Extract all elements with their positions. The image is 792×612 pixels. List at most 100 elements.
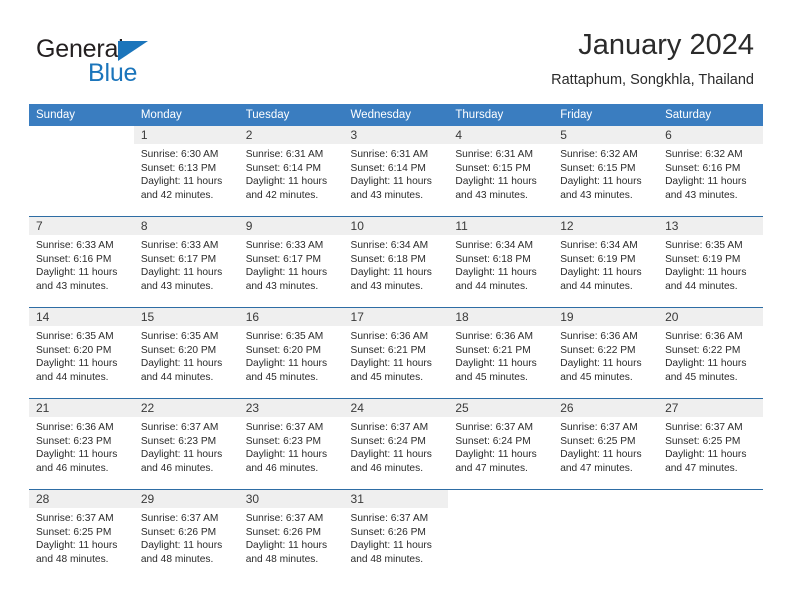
day-detail-line: Daylight: 11 hours	[36, 540, 118, 552]
calendar-day[interactable]: 18 Sunrise: 6:36 AM Sunset: 6:21 PM Dayligh…	[448, 308, 554, 398]
day-detail-line: Daylight: 11 hours	[560, 358, 642, 370]
day-number: 31	[343, 490, 449, 508]
day-number: 17	[343, 308, 449, 326]
day-number	[553, 490, 658, 508]
calendar-cell	[658, 489, 763, 580]
calendar-day[interactable]: 13 Sunrise: 6:35 AM Sunset: 6:19 PM Dayligh…	[658, 217, 763, 307]
calendar-cell: 7 Sunrise: 6:33 AM Sunset: 6:16 PM Daylight…	[29, 216, 134, 308]
day-detail-line: Sunset: 6:22 PM	[665, 344, 741, 356]
calendar-day[interactable]: 16 Sunrise: 6:35 AM Sunset: 6:20 PM Dayligh…	[238, 308, 344, 398]
calendar-day[interactable]: 2 Sunrise: 6:31 AM Sunset: 6:14 PM Daylight…	[238, 126, 344, 216]
day-details: Sunrise: 6:37 AM Sunset: 6:25 PM Daylight:…	[29, 508, 134, 566]
calendar-day[interactable]: 10 Sunrise: 6:34 AM Sunset: 6:18 PM Dayligh…	[343, 217, 449, 307]
calendar-day[interactable]: 21 Sunrise: 6:36 AM Sunset: 6:23 PM Dayligh…	[29, 399, 134, 489]
calendar-day[interactable]: 4 Sunrise: 6:31 AM Sunset: 6:15 PM Daylight…	[448, 126, 554, 216]
calendar-day[interactable]: 27 Sunrise: 6:37 AM Sunset: 6:25 PM Dayligh…	[658, 399, 763, 489]
day-number: 1	[133, 126, 239, 144]
calendar-day[interactable]: 20 Sunrise: 6:36 AM Sunset: 6:22 PM Dayligh…	[658, 308, 763, 398]
calendar-cell: 12 Sunrise: 6:34 AM Sunset: 6:19 PM Dayligh…	[553, 216, 659, 308]
day-detail-line: Sunset: 6:18 PM	[455, 253, 531, 265]
calendar-day[interactable]: 15 Sunrise: 6:35 AM Sunset: 6:20 PM Dayligh…	[133, 308, 239, 398]
day-details: Sunrise: 6:34 AM Sunset: 6:19 PM Daylight:…	[553, 235, 658, 293]
day-detail-line: and 43 minutes.	[140, 280, 214, 292]
day-number: 15	[133, 308, 239, 326]
day-detail-line: Sunrise: 6:37 AM	[245, 422, 324, 433]
calendar-day[interactable]: 26 Sunrise: 6:37 AM Sunset: 6:25 PM Dayligh…	[553, 399, 659, 489]
day-detail-line: Sunrise: 6:30 AM	[140, 149, 219, 160]
day-detail-line: Sunset: 6:18 PM	[350, 253, 426, 265]
day-detail-line: and 44 minutes.	[140, 371, 214, 383]
day-details: Sunrise: 6:37 AM Sunset: 6:24 PM Daylight:…	[344, 417, 449, 475]
day-detail-line: and 44 minutes.	[36, 371, 109, 383]
calendar-cell: 16 Sunrise: 6:35 AM Sunset: 6:20 PM Dayligh…	[238, 307, 344, 399]
day-detail-line: Sunset: 6:20 PM	[140, 344, 217, 356]
day-detail-line: Sunrise: 6:37 AM	[455, 422, 533, 433]
day-details: Sunrise: 6:36 AM Sunset: 6:21 PM Daylight:…	[448, 326, 553, 384]
calendar-table: Sunday Monday Tuesday Wednesday Thursday Frid…	[29, 104, 763, 580]
day-number: 21	[29, 399, 134, 417]
calendar-day[interactable]: 29 Sunrise: 6:37 AM Sunset: 6:26 PM Dayligh…	[133, 490, 239, 580]
calendar-cell: 5 Sunrise: 6:32 AM Sunset: 6:15 PM Daylight…	[553, 126, 659, 217]
calendar-day[interactable]: 12 Sunrise: 6:34 AM Sunset: 6:19 PM Dayligh…	[553, 217, 659, 307]
day-detail-line: Sunset: 6:13 PM	[140, 162, 217, 174]
day-detail-line: Sunset: 6:25 PM	[560, 435, 636, 447]
calendar-cell: 28 Sunrise: 6:37 AM Sunset: 6:25 PM Dayligh…	[29, 489, 134, 580]
calendar-day[interactable]: 31 Sunrise: 6:37 AM Sunset: 6:26 PM Dayligh…	[343, 490, 449, 580]
day-detail-line: Daylight: 11 hours	[560, 176, 642, 188]
day-number: 28	[29, 490, 134, 508]
calendar-day[interactable]: 3 Sunrise: 6:31 AM Sunset: 6:14 PM Daylight…	[343, 126, 449, 216]
day-detail-line: Sunrise: 6:35 AM	[36, 331, 114, 342]
calendar-day[interactable]: 8 Sunrise: 6:33 AM Sunset: 6:17 PM Daylight…	[133, 217, 239, 307]
calendar-cell: 9 Sunrise: 6:33 AM Sunset: 6:17 PM Daylight…	[238, 216, 344, 308]
day-detail-line: Sunset: 6:23 PM	[245, 435, 322, 447]
day-detail-line: Sunrise: 6:31 AM	[350, 149, 429, 160]
day-detail-line: Daylight: 11 hours	[245, 267, 328, 279]
calendar-day[interactable]: 7 Sunrise: 6:33 AM Sunset: 6:16 PM Daylight…	[29, 217, 134, 307]
day-detail-line: and 45 minutes.	[350, 371, 424, 383]
day-detail-line: and 43 minutes.	[560, 189, 633, 201]
weekday-header-saturday: Saturday	[658, 104, 763, 126]
calendar-day[interactable]: 17 Sunrise: 6:36 AM Sunset: 6:21 PM Dayligh…	[343, 308, 449, 398]
day-detail-line: and 48 minutes.	[245, 553, 319, 565]
calendar-cell: 19 Sunrise: 6:36 AM Sunset: 6:22 PM Dayligh…	[553, 307, 659, 399]
day-detail-line: Sunrise: 6:37 AM	[665, 422, 743, 433]
calendar-cell: 17 Sunrise: 6:36 AM Sunset: 6:21 PM Dayligh…	[343, 307, 449, 399]
calendar-cell: 25 Sunrise: 6:37 AM Sunset: 6:24 PM Dayligh…	[448, 398, 554, 490]
day-detail-line: and 43 minutes.	[350, 280, 424, 292]
calendar-cell: 3 Sunrise: 6:31 AM Sunset: 6:14 PM Daylight…	[343, 126, 449, 217]
triangle-flag-icon	[118, 41, 148, 61]
day-detail-line: Daylight: 11 hours	[350, 358, 432, 370]
calendar-day[interactable]: 11 Sunrise: 6:34 AM Sunset: 6:18 PM Dayligh…	[448, 217, 554, 307]
day-detail-line: Daylight: 11 hours	[245, 449, 328, 461]
day-number: 14	[29, 308, 134, 326]
calendar-day[interactable]: 9 Sunrise: 6:33 AM Sunset: 6:17 PM Daylight…	[238, 217, 344, 307]
calendar-cell: 27 Sunrise: 6:37 AM Sunset: 6:25 PM Dayligh…	[658, 398, 763, 490]
calendar-day[interactable]: 22 Sunrise: 6:37 AM Sunset: 6:23 PM Dayligh…	[133, 399, 239, 489]
calendar-day[interactable]: 6 Sunrise: 6:32 AM Sunset: 6:16 PM Daylight…	[658, 126, 763, 216]
day-detail-line: Sunrise: 6:37 AM	[140, 422, 219, 433]
calendar-day[interactable]: 1 Sunrise: 6:30 AM Sunset: 6:13 PM Daylight…	[133, 126, 239, 216]
calendar-day[interactable]: 23 Sunrise: 6:37 AM Sunset: 6:23 PM Dayligh…	[238, 399, 344, 489]
day-details: Sunrise: 6:37 AM Sunset: 6:23 PM Daylight:…	[134, 417, 239, 475]
calendar-day[interactable]: 14 Sunrise: 6:35 AM Sunset: 6:20 PM Dayligh…	[29, 308, 134, 398]
day-detail-line: and 47 minutes.	[665, 462, 738, 474]
day-number: 25	[448, 399, 554, 417]
calendar-week-row: 14 Sunrise: 6:35 AM Sunset: 6:20 PM Dayligh…	[29, 307, 763, 399]
day-detail-line: Sunrise: 6:32 AM	[665, 149, 743, 160]
day-detail-line: and 43 minutes.	[245, 280, 319, 292]
calendar-day[interactable]: 24 Sunrise: 6:37 AM Sunset: 6:24 PM Dayligh…	[343, 399, 449, 489]
calendar-day[interactable]: 25 Sunrise: 6:37 AM Sunset: 6:24 PM Dayligh…	[448, 399, 554, 489]
day-detail-line: Daylight: 11 hours	[245, 358, 328, 370]
day-detail-line: Sunrise: 6:37 AM	[245, 513, 324, 524]
calendar-cell: 4 Sunrise: 6:31 AM Sunset: 6:15 PM Daylight…	[448, 126, 554, 217]
calendar-day[interactable]: 28 Sunrise: 6:37 AM Sunset: 6:25 PM Dayligh…	[29, 490, 134, 580]
calendar-day[interactable]: 30 Sunrise: 6:37 AM Sunset: 6:26 PM Dayligh…	[238, 490, 344, 580]
brand-logo[interactable]: General Blue	[36, 36, 266, 92]
calendar-day[interactable]: 5 Sunrise: 6:32 AM Sunset: 6:15 PM Daylight…	[553, 126, 659, 216]
calendar-day[interactable]: 19 Sunrise: 6:36 AM Sunset: 6:22 PM Dayligh…	[553, 308, 659, 398]
day-detail-line: Sunrise: 6:35 AM	[140, 331, 219, 342]
day-detail-line: Daylight: 11 hours	[350, 449, 432, 461]
calendar-day-empty	[553, 490, 658, 580]
day-detail-line: Sunset: 6:23 PM	[36, 435, 112, 447]
day-detail-line: and 45 minutes.	[245, 371, 319, 383]
